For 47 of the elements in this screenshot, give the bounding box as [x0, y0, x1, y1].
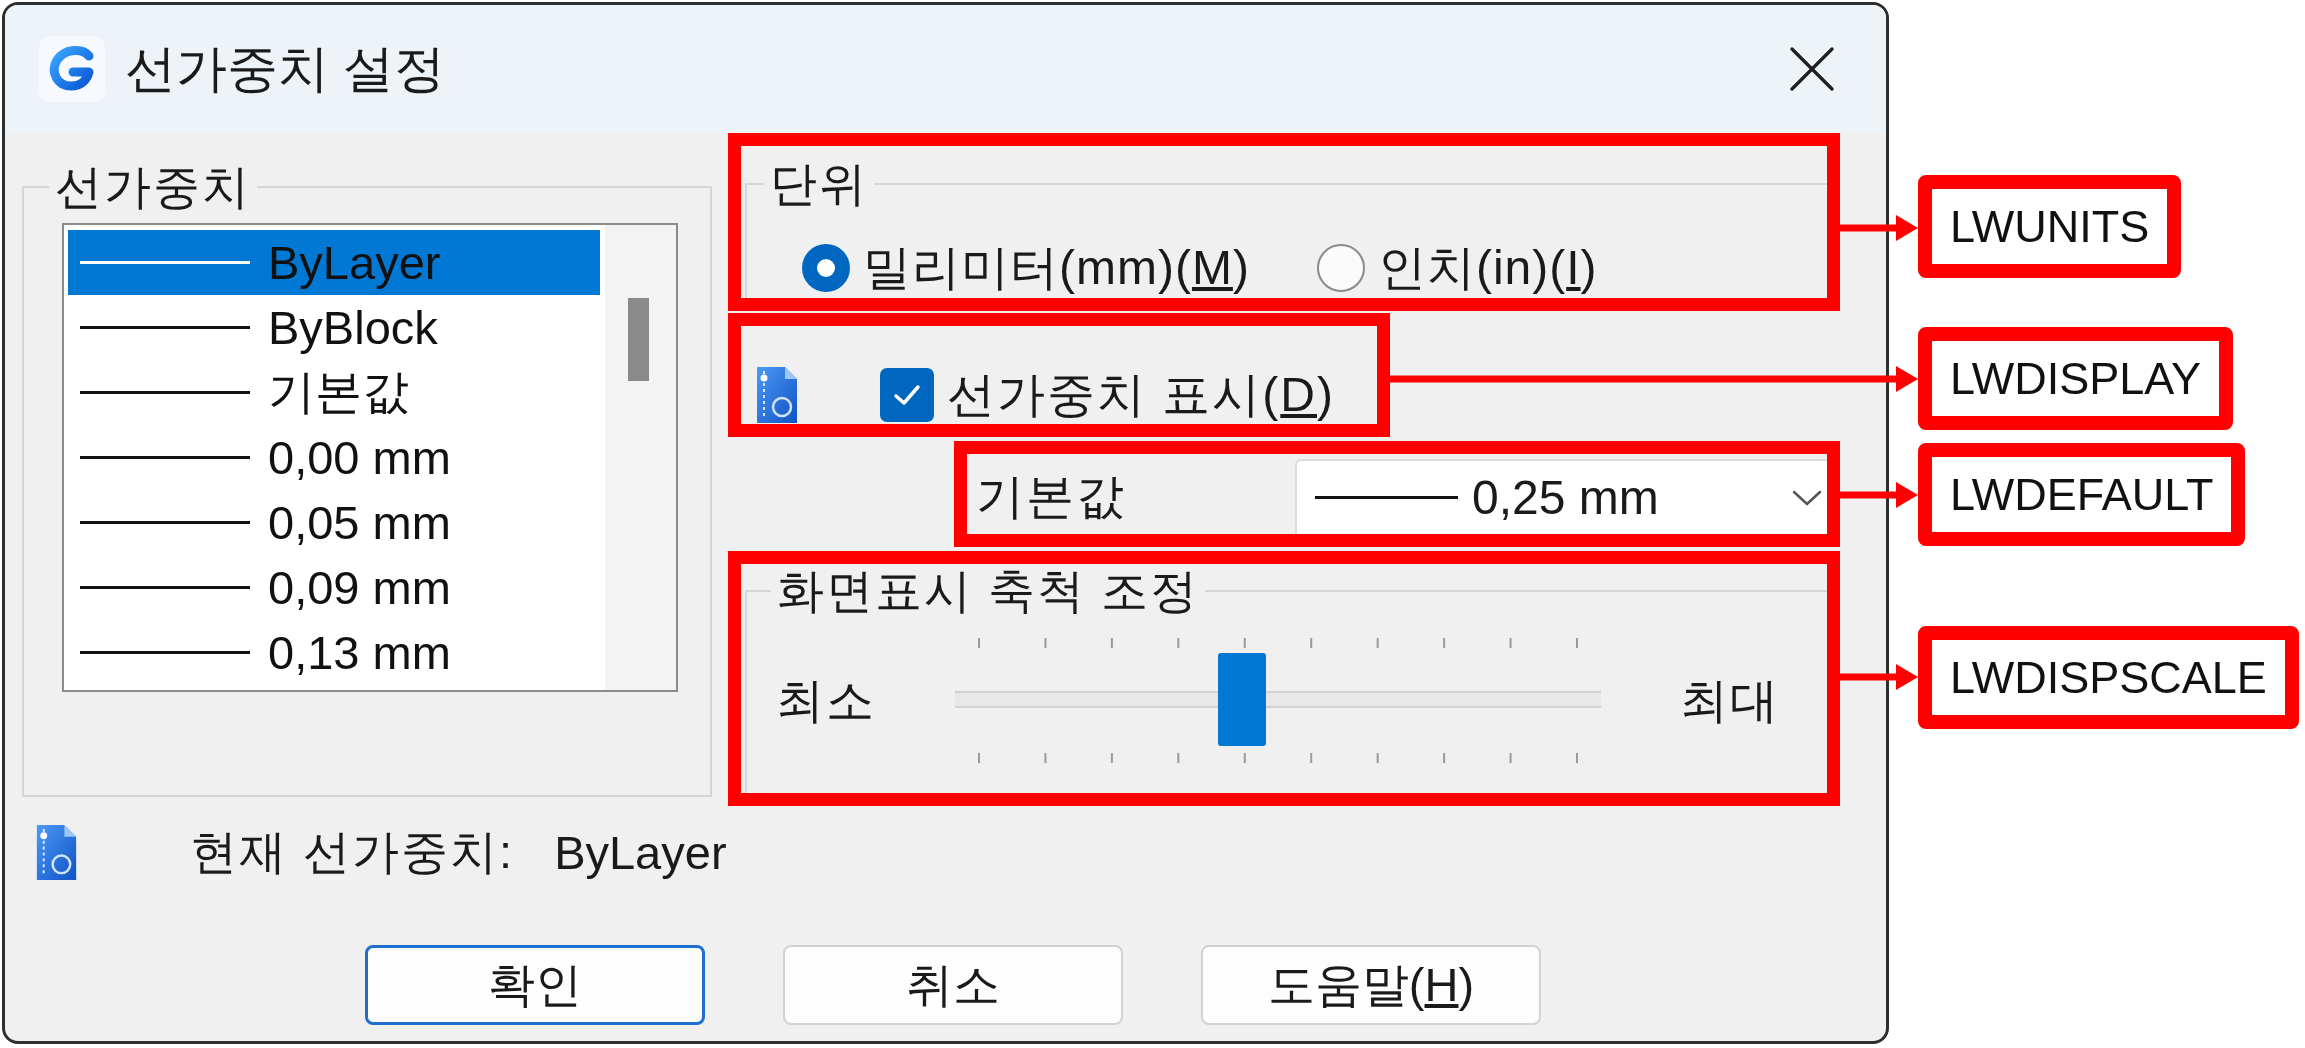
line-sample-icon: [80, 326, 250, 329]
dialog-button[interactable]: 취소: [783, 945, 1123, 1025]
list-item[interactable]: 기본값: [68, 360, 600, 425]
list-item[interactable]: 0,13 mm: [68, 620, 600, 685]
line-sample-icon: [80, 261, 250, 264]
line-sample-icon: [1315, 496, 1458, 499]
callout-label: LWDISPLAY: [1918, 327, 2233, 430]
slider-max-label: 최대: [1680, 672, 1780, 729]
callout-label: LWUNITS: [1918, 175, 2182, 278]
lineweight-dropdown[interactable]: 0,25 mm: [1295, 459, 1827, 534]
radio-button[interactable]: [801, 243, 851, 293]
radio-label[interactable]: 밀리미터(mm)(M): [863, 236, 1250, 300]
callout-label: LWDISPSCALE: [1918, 626, 2299, 729]
list-item[interactable]: 0,05 mm: [68, 490, 600, 555]
line-sample-icon: [80, 521, 250, 524]
group-label: 단위: [769, 157, 869, 211]
list-item[interactable]: ByBlock: [68, 295, 600, 360]
list-item[interactable]: 0,09 mm: [68, 555, 600, 620]
line-sample-icon: [80, 391, 250, 394]
group-label: 선가중치: [54, 160, 252, 214]
chevron-down-icon: [1792, 489, 1822, 506]
list-item[interactable]: 0,00 mm: [68, 425, 600, 490]
close-button[interactable]: [1790, 47, 1834, 91]
app-logo-icon: [39, 36, 105, 102]
lineweight-list[interactable]: ByLayer ByBlock 기본값 0,00 mm 0,05 mm 0,09 mm 0,13 mm: [62, 223, 678, 692]
window-title: 선가중치 설정: [125, 38, 446, 99]
slider-thumb[interactable]: [1218, 653, 1267, 746]
callout-label: LWDEFAULT: [1918, 443, 2246, 546]
group-label: 화면표시 축척 조정: [776, 564, 1201, 618]
radio-label[interactable]: 인치(in)(I): [1377, 236, 1598, 300]
dialog-button[interactable]: 도움말(H): [1201, 945, 1541, 1025]
dialog-button[interactable]: 확인: [365, 945, 705, 1025]
field-label: 기본값: [976, 468, 1126, 525]
checkbox[interactable]: [880, 368, 934, 422]
radio-button[interactable]: [1315, 243, 1366, 293]
checkbox-label[interactable]: 선가중치 표시(D): [947, 363, 1335, 427]
file-icon: [757, 367, 797, 423]
close-icon: [1790, 47, 1834, 91]
current-lineweight-value: ByLayer: [554, 825, 727, 880]
slider-min-label: 최소: [776, 672, 876, 729]
list-item[interactable]: ByLayer: [68, 230, 600, 295]
file-icon: [35, 825, 78, 880]
current-lineweight-label: 현재 선가중치:: [190, 824, 515, 880]
line-sample-icon: [80, 586, 250, 589]
line-sample-icon: [80, 651, 250, 654]
line-sample-icon: [80, 456, 250, 459]
scrollbar-thumb[interactable]: [628, 298, 649, 381]
